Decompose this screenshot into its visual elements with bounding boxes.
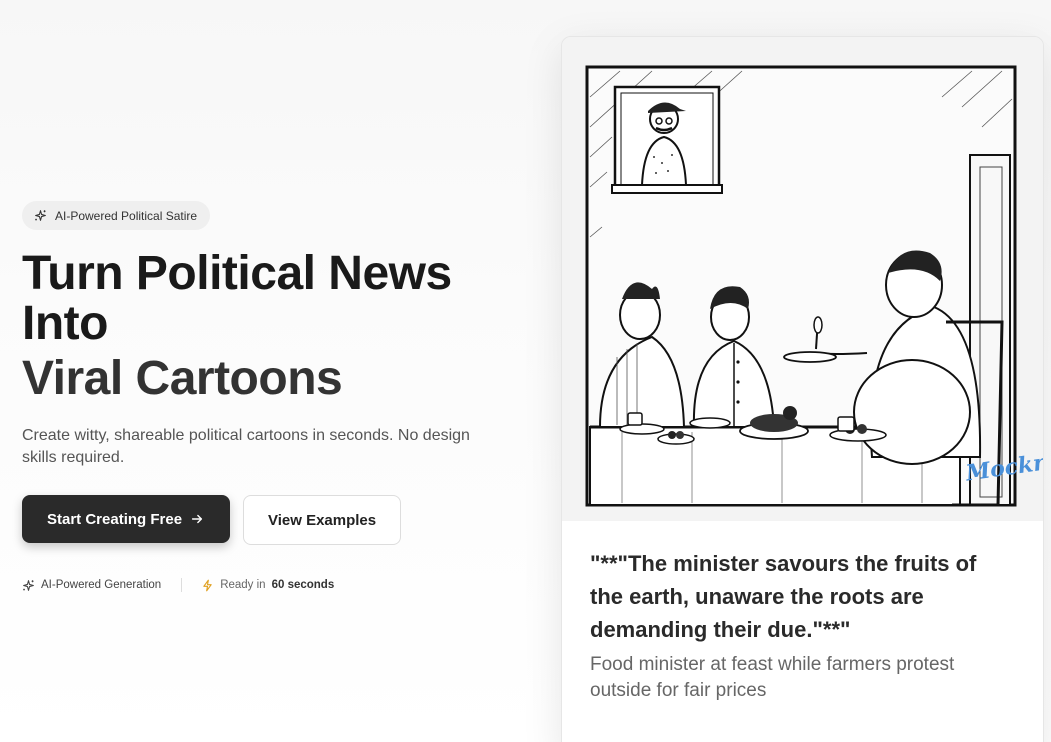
cartoon-quote: "**"The minister savours the fruits of t… <box>590 551 977 642</box>
cartoon-image: Mockr <box>562 37 1043 521</box>
hero-subtitle: Create witty, shareable political cartoo… <box>22 427 470 466</box>
landing-page: AI-Powered Political Satire Turn Politic… <box>0 0 1051 742</box>
page-title: Turn Political News Into Viral Cartoons <box>22 249 542 404</box>
feature-ready-prefix: Ready in <box>220 579 266 591</box>
start-creating-label: Start Creating Free <box>47 510 183 528</box>
hero-badge: AI-Powered Political Satire <box>22 201 211 230</box>
feature-ai-generation: AI-Powered Generation <box>22 579 161 592</box>
hero-section: AI-Powered Political Satire Turn Politic… <box>22 201 542 592</box>
cartoon-illustration: Mockr <box>562 37 1043 521</box>
feature-divider <box>181 578 183 592</box>
hero-badge-label: AI-Powered Political Satire <box>55 208 198 223</box>
sparkles-icon <box>23 579 34 591</box>
headline-line-2: Viral Cartoons <box>22 352 343 405</box>
sparkles-icon <box>35 210 46 221</box>
feature-ready-time: Ready in 60 seconds <box>201 579 334 592</box>
view-examples-button[interactable]: View Examples <box>243 495 402 545</box>
example-cartoon-card[interactable]: Mockr "**"The minister savours the fruit… <box>561 36 1044 742</box>
feature-list: AI-Powered Generation Ready in 60 second… <box>22 578 542 592</box>
feature-ai-generation-label: AI-Powered Generation <box>41 579 162 591</box>
start-creating-button[interactable]: Start Creating Free <box>22 495 231 543</box>
lightning-icon <box>203 579 212 591</box>
cta-group: Start Creating Free View Examples <box>22 495 542 545</box>
headline-line-1: Turn Political News Into <box>22 247 452 350</box>
cartoon-context: Food minister at feast while farmers pro… <box>590 654 955 701</box>
cartoon-caption-area: "**"The minister savours the fruits of t… <box>562 521 1043 704</box>
feature-ready-highlight: 60 seconds <box>271 579 335 591</box>
arrow-right-icon <box>191 514 203 524</box>
